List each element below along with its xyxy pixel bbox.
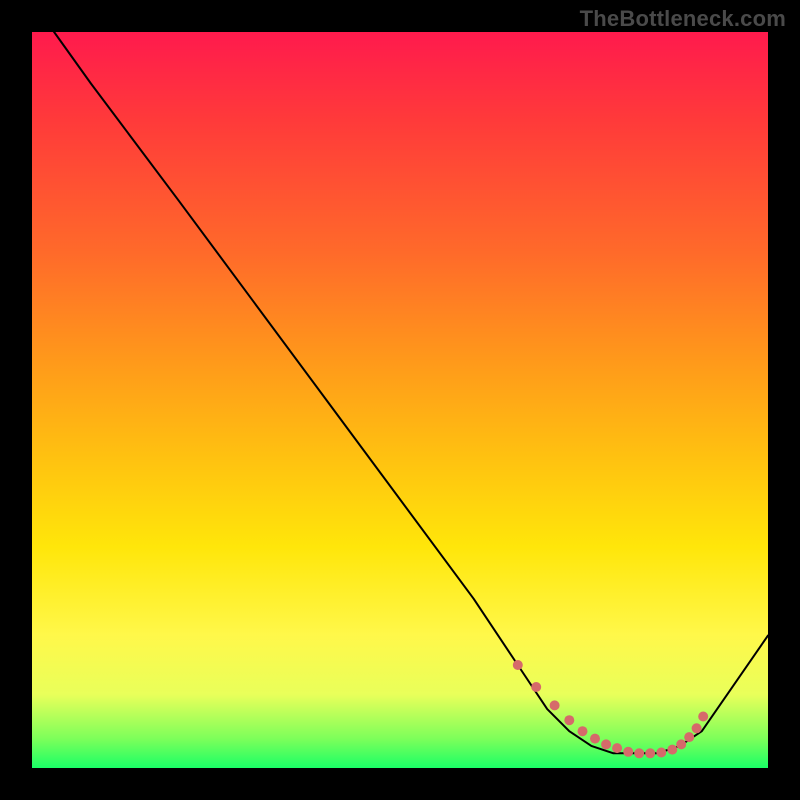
curve-marker: [612, 743, 622, 753]
curve-marker: [698, 712, 708, 722]
curve-marker: [590, 734, 600, 744]
curve-marker: [550, 700, 560, 710]
curve-marker: [692, 723, 702, 733]
curve-marker: [564, 715, 574, 725]
curve-marker: [656, 748, 666, 758]
curve-marker: [578, 726, 588, 736]
bottleneck-curve: [54, 32, 768, 753]
curve-marker: [676, 739, 686, 749]
chart-stage: TheBottleneck.com: [0, 0, 800, 800]
curve-marker: [601, 739, 611, 749]
curve-marker: [513, 660, 523, 670]
curve-markers: [513, 660, 708, 758]
chart-plot-area: [32, 32, 768, 768]
curve-marker: [645, 748, 655, 758]
curve-marker: [531, 682, 541, 692]
curve-marker: [667, 745, 677, 755]
chart-svg: [32, 32, 768, 768]
curve-marker: [623, 747, 633, 757]
curve-marker: [634, 748, 644, 758]
watermark-text: TheBottleneck.com: [580, 6, 786, 32]
curve-marker: [684, 732, 694, 742]
